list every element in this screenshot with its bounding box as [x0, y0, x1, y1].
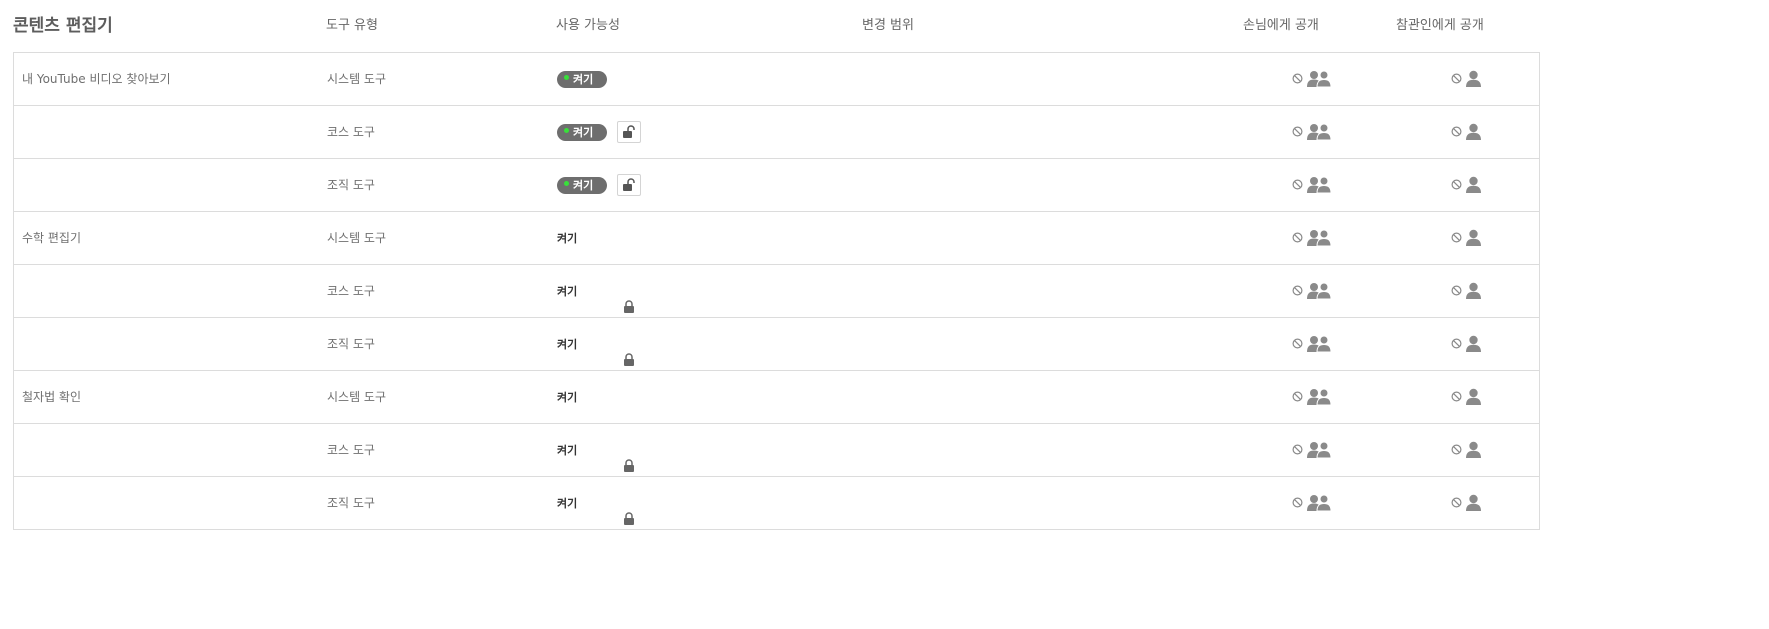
availability-label: 켜기: [573, 126, 594, 139]
table-row: 코스 도구 켜기: [14, 106, 1539, 159]
ban-icon: [1292, 73, 1303, 84]
group-icon: [1307, 335, 1332, 353]
ban-icon: [1292, 285, 1303, 296]
ban-icon: [1292, 497, 1303, 508]
table-row: 코스 도구 켜기: [14, 265, 1539, 318]
availability-label: 켜기: [573, 179, 594, 192]
ban-icon: [1451, 391, 1462, 402]
availability-label[interactable]: 켜기: [557, 424, 607, 477]
group-icon: [1307, 176, 1332, 194]
availability-cell: 켜기: [557, 212, 607, 265]
group-icon: [1307, 70, 1332, 88]
availability-label[interactable]: 켜기: [557, 265, 607, 318]
availability-label: 켜기: [573, 73, 594, 86]
ban-icon: [1292, 391, 1303, 402]
user-icon: [1466, 441, 1481, 458]
ban-icon: [1292, 444, 1303, 455]
tool-type: 코스 도구: [327, 125, 375, 139]
group-icon: [1307, 123, 1332, 141]
group-icon: [1307, 494, 1332, 512]
unlock-button[interactable]: [617, 174, 641, 196]
tool-type: 코스 도구: [327, 443, 375, 457]
column-header-change-scope: 변경 범위: [862, 18, 914, 33]
lock-icon[interactable]: [623, 496, 635, 525]
editor-name: 수학 편집기: [22, 231, 82, 245]
editor-name: 철자법 확인: [22, 390, 82, 404]
availability-cell: 켜기: [557, 424, 634, 477]
availability-cell: 켜기: [557, 106, 641, 159]
user-icon: [1466, 229, 1481, 246]
user-icon: [1466, 282, 1481, 299]
ban-icon: [1451, 497, 1462, 508]
availability-toggle[interactable]: 켜기: [557, 124, 607, 141]
availability-cell: 켜기: [557, 371, 607, 424]
column-header-guest-visible: 손님에게 공개: [1243, 18, 1319, 33]
availability-label[interactable]: 켜기: [557, 477, 607, 530]
tool-type: 시스템 도구: [327, 72, 387, 86]
user-icon: [1466, 70, 1481, 87]
tool-type: 조직 도구: [327, 178, 375, 192]
user-icon: [1466, 494, 1481, 511]
user-icon: [1466, 176, 1481, 193]
column-header-editor: 콘텐츠 편집기: [13, 16, 113, 36]
availability-cell: 켜기: [557, 159, 641, 212]
ban-icon: [1451, 126, 1462, 137]
lock-icon[interactable]: [623, 337, 635, 366]
tool-type: 조직 도구: [327, 496, 375, 510]
ban-icon: [1451, 179, 1462, 190]
table-row: 철자법 확인 시스템 도구 켜기: [14, 371, 1539, 424]
group-icon: [1307, 282, 1332, 300]
ban-icon: [1451, 232, 1462, 243]
ban-icon: [1451, 444, 1462, 455]
column-header-observer-visible: 참관인에게 공개: [1396, 18, 1484, 33]
ban-icon: [1292, 179, 1303, 190]
user-icon: [1466, 388, 1481, 405]
tool-type: 조직 도구: [327, 337, 375, 351]
availability-cell: 켜기: [557, 265, 634, 318]
table-row: 조직 도구 켜기: [14, 318, 1539, 371]
ban-icon: [1451, 285, 1462, 296]
ban-icon: [1292, 232, 1303, 243]
editor-settings-table: 내 YouTube 비디오 찾아보기 시스템 도구 켜기 코스 도구 켜기 조직 도구 켜기…: [13, 52, 1540, 530]
lock-icon[interactable]: [623, 284, 635, 313]
lock-icon[interactable]: [623, 443, 635, 472]
group-icon: [1307, 229, 1332, 247]
table-row: 조직 도구 켜기: [14, 159, 1539, 212]
group-icon: [1307, 441, 1332, 459]
availability-cell: 켜기: [557, 318, 634, 371]
ban-icon: [1292, 338, 1303, 349]
status-dot-icon: [564, 181, 569, 186]
user-icon: [1466, 335, 1481, 352]
editor-name: 내 YouTube 비디오 찾아보기: [22, 72, 171, 86]
column-header-tool-type: 도구 유형: [326, 18, 378, 33]
status-dot-icon: [564, 75, 569, 80]
unlock-button[interactable]: [617, 121, 641, 143]
availability-label[interactable]: 켜기: [557, 318, 607, 371]
availability-toggle[interactable]: 켜기: [557, 71, 607, 88]
tool-type: 시스템 도구: [327, 390, 387, 404]
availability-cell: 켜기: [557, 477, 634, 530]
table-row: 조직 도구 켜기: [14, 477, 1539, 530]
availability-label[interactable]: 켜기: [557, 371, 607, 424]
group-icon: [1307, 388, 1332, 406]
availability-cell: 켜기: [557, 53, 607, 106]
table-header: 콘텐츠 편집기 도구 유형 사용 가능성 변경 범위 손님에게 공개 참관인에게…: [0, 0, 1769, 52]
availability-toggle[interactable]: 켜기: [557, 177, 607, 194]
availability-label[interactable]: 켜기: [557, 212, 607, 265]
column-header-availability: 사용 가능성: [556, 18, 620, 33]
ban-icon: [1451, 73, 1462, 84]
tool-type: 코스 도구: [327, 284, 375, 298]
ban-icon: [1451, 338, 1462, 349]
tool-type: 시스템 도구: [327, 231, 387, 245]
table-row: 수학 편집기 시스템 도구 켜기: [14, 212, 1539, 265]
table-row: 내 YouTube 비디오 찾아보기 시스템 도구 켜기: [14, 53, 1539, 106]
table-row: 코스 도구 켜기: [14, 424, 1539, 477]
user-icon: [1466, 123, 1481, 140]
ban-icon: [1292, 126, 1303, 137]
status-dot-icon: [564, 128, 569, 133]
